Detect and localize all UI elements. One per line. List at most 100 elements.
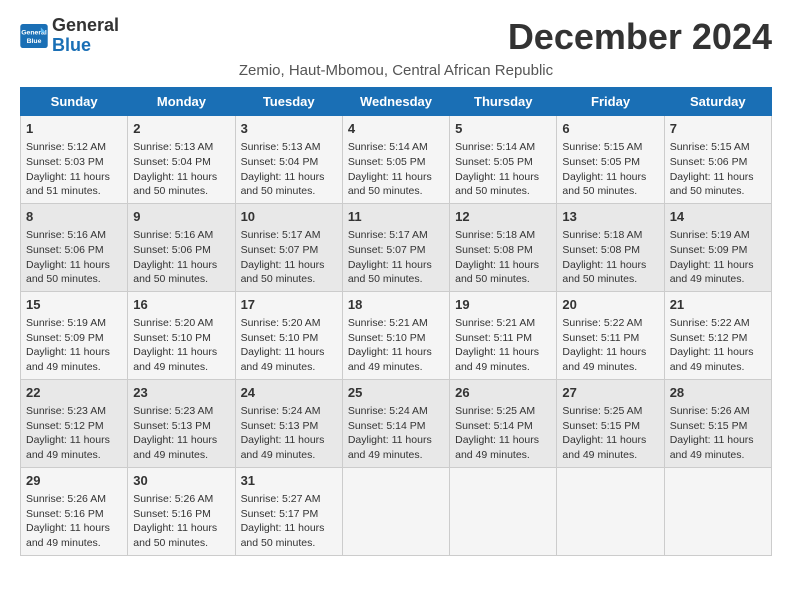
daylight-info: Daylight: 11 hours and 50 minutes. [26,258,122,287]
sunset-info: Sunset: 5:06 PM [670,155,766,170]
sunset-info: Sunset: 5:10 PM [241,331,337,346]
daylight-info: Daylight: 11 hours and 50 minutes. [241,521,337,550]
sunset-info: Sunset: 5:08 PM [562,243,658,258]
sunset-info: Sunset: 5:09 PM [26,331,122,346]
col-monday: Monday [128,88,235,116]
sunrise-info: Sunrise: 5:13 AM [133,140,229,155]
sunset-info: Sunset: 5:07 PM [348,243,444,258]
sunrise-info: Sunrise: 5:21 AM [348,316,444,331]
sunrise-info: Sunrise: 5:15 AM [562,140,658,155]
sunset-info: Sunset: 5:15 PM [562,419,658,434]
sunrise-info: Sunrise: 5:19 AM [26,316,122,331]
daylight-info: Daylight: 11 hours and 49 minutes. [133,345,229,374]
calendar-cell: 11 Sunrise: 5:17 AM Sunset: 5:07 PM Dayl… [342,203,449,291]
day-number: 4 [348,120,444,138]
daylight-info: Daylight: 11 hours and 49 minutes. [670,258,766,287]
sunset-info: Sunset: 5:05 PM [562,155,658,170]
calendar-cell: 28 Sunrise: 5:26 AM Sunset: 5:15 PM Dayl… [664,379,771,467]
calendar-cell: 15 Sunrise: 5:19 AM Sunset: 5:09 PM Dayl… [21,291,128,379]
calendar-cell: 10 Sunrise: 5:17 AM Sunset: 5:07 PM Dayl… [235,203,342,291]
calendar-cell [664,467,771,555]
daylight-info: Daylight: 11 hours and 50 minutes. [241,258,337,287]
sunrise-info: Sunrise: 5:14 AM [348,140,444,155]
daylight-info: Daylight: 11 hours and 49 minutes. [26,345,122,374]
daylight-info: Daylight: 11 hours and 49 minutes. [670,345,766,374]
day-number: 29 [26,472,122,490]
daylight-info: Daylight: 11 hours and 50 minutes. [670,170,766,199]
calendar-cell [342,467,449,555]
sunset-info: Sunset: 5:15 PM [670,419,766,434]
page-title: December 2024 [508,16,772,58]
daylight-info: Daylight: 11 hours and 49 minutes. [348,433,444,462]
calendar-cell: 4 Sunrise: 5:14 AM Sunset: 5:05 PM Dayli… [342,116,449,204]
sunrise-info: Sunrise: 5:18 AM [455,228,551,243]
day-number: 19 [455,296,551,314]
calendar-table: Sunday Monday Tuesday Wednesday Thursday… [20,87,772,556]
sunrise-info: Sunrise: 5:23 AM [133,404,229,419]
table-row: 22 Sunrise: 5:23 AM Sunset: 5:12 PM Dayl… [21,379,772,467]
day-number: 7 [670,120,766,138]
sunrise-info: Sunrise: 5:21 AM [455,316,551,331]
day-number: 25 [348,384,444,402]
sunrise-info: Sunrise: 5:16 AM [26,228,122,243]
daylight-info: Daylight: 11 hours and 49 minutes. [562,433,658,462]
daylight-info: Daylight: 11 hours and 50 minutes. [455,170,551,199]
daylight-info: Daylight: 11 hours and 49 minutes. [241,345,337,374]
calendar-cell [450,467,557,555]
sunset-info: Sunset: 5:10 PM [133,331,229,346]
sunset-info: Sunset: 5:17 PM [241,507,337,522]
calendar-cell: 14 Sunrise: 5:19 AM Sunset: 5:09 PM Dayl… [664,203,771,291]
sunrise-info: Sunrise: 5:24 AM [241,404,337,419]
sunrise-info: Sunrise: 5:20 AM [241,316,337,331]
calendar-cell: 18 Sunrise: 5:21 AM Sunset: 5:10 PM Dayl… [342,291,449,379]
daylight-info: Daylight: 11 hours and 50 minutes. [133,258,229,287]
sunrise-info: Sunrise: 5:25 AM [455,404,551,419]
day-number: 20 [562,296,658,314]
sunrise-info: Sunrise: 5:19 AM [670,228,766,243]
daylight-info: Daylight: 11 hours and 50 minutes. [455,258,551,287]
sunrise-info: Sunrise: 5:20 AM [133,316,229,331]
day-number: 11 [348,208,444,226]
daylight-info: Daylight: 11 hours and 50 minutes. [133,170,229,199]
calendar-cell [557,467,664,555]
daylight-info: Daylight: 11 hours and 49 minutes. [133,433,229,462]
day-number: 26 [455,384,551,402]
col-sunday: Sunday [21,88,128,116]
calendar-cell: 21 Sunrise: 5:22 AM Sunset: 5:12 PM Dayl… [664,291,771,379]
daylight-info: Daylight: 11 hours and 50 minutes. [241,170,337,199]
day-number: 31 [241,472,337,490]
table-row: 15 Sunrise: 5:19 AM Sunset: 5:09 PM Dayl… [21,291,772,379]
day-number: 13 [562,208,658,226]
sunset-info: Sunset: 5:05 PM [455,155,551,170]
svg-text:Blue: Blue [27,38,42,45]
sunset-info: Sunset: 5:07 PM [241,243,337,258]
calendar-cell: 5 Sunrise: 5:14 AM Sunset: 5:05 PM Dayli… [450,116,557,204]
calendar-cell: 12 Sunrise: 5:18 AM Sunset: 5:08 PM Dayl… [450,203,557,291]
table-row: 8 Sunrise: 5:16 AM Sunset: 5:06 PM Dayli… [21,203,772,291]
calendar-cell: 25 Sunrise: 5:24 AM Sunset: 5:14 PM Dayl… [342,379,449,467]
sunset-info: Sunset: 5:06 PM [133,243,229,258]
calendar-cell: 20 Sunrise: 5:22 AM Sunset: 5:11 PM Dayl… [557,291,664,379]
sunrise-info: Sunrise: 5:25 AM [562,404,658,419]
daylight-info: Daylight: 11 hours and 49 minutes. [26,433,122,462]
col-saturday: Saturday [664,88,771,116]
calendar-cell: 29 Sunrise: 5:26 AM Sunset: 5:16 PM Dayl… [21,467,128,555]
sunset-info: Sunset: 5:04 PM [241,155,337,170]
sunset-info: Sunset: 5:14 PM [455,419,551,434]
calendar-cell: 22 Sunrise: 5:23 AM Sunset: 5:12 PM Dayl… [21,379,128,467]
sunrise-info: Sunrise: 5:17 AM [241,228,337,243]
calendar-cell: 26 Sunrise: 5:25 AM Sunset: 5:14 PM Dayl… [450,379,557,467]
col-thursday: Thursday [450,88,557,116]
day-number: 12 [455,208,551,226]
sunset-info: Sunset: 5:12 PM [26,419,122,434]
day-number: 27 [562,384,658,402]
page-header: General Blue General Blue December 2024 [20,16,772,58]
daylight-info: Daylight: 11 hours and 49 minutes. [348,345,444,374]
sunrise-info: Sunrise: 5:14 AM [455,140,551,155]
daylight-info: Daylight: 11 hours and 50 minutes. [348,170,444,199]
day-number: 21 [670,296,766,314]
calendar-cell: 2 Sunrise: 5:13 AM Sunset: 5:04 PM Dayli… [128,116,235,204]
calendar-cell: 30 Sunrise: 5:26 AM Sunset: 5:16 PM Dayl… [128,467,235,555]
daylight-info: Daylight: 11 hours and 49 minutes. [241,433,337,462]
day-number: 6 [562,120,658,138]
